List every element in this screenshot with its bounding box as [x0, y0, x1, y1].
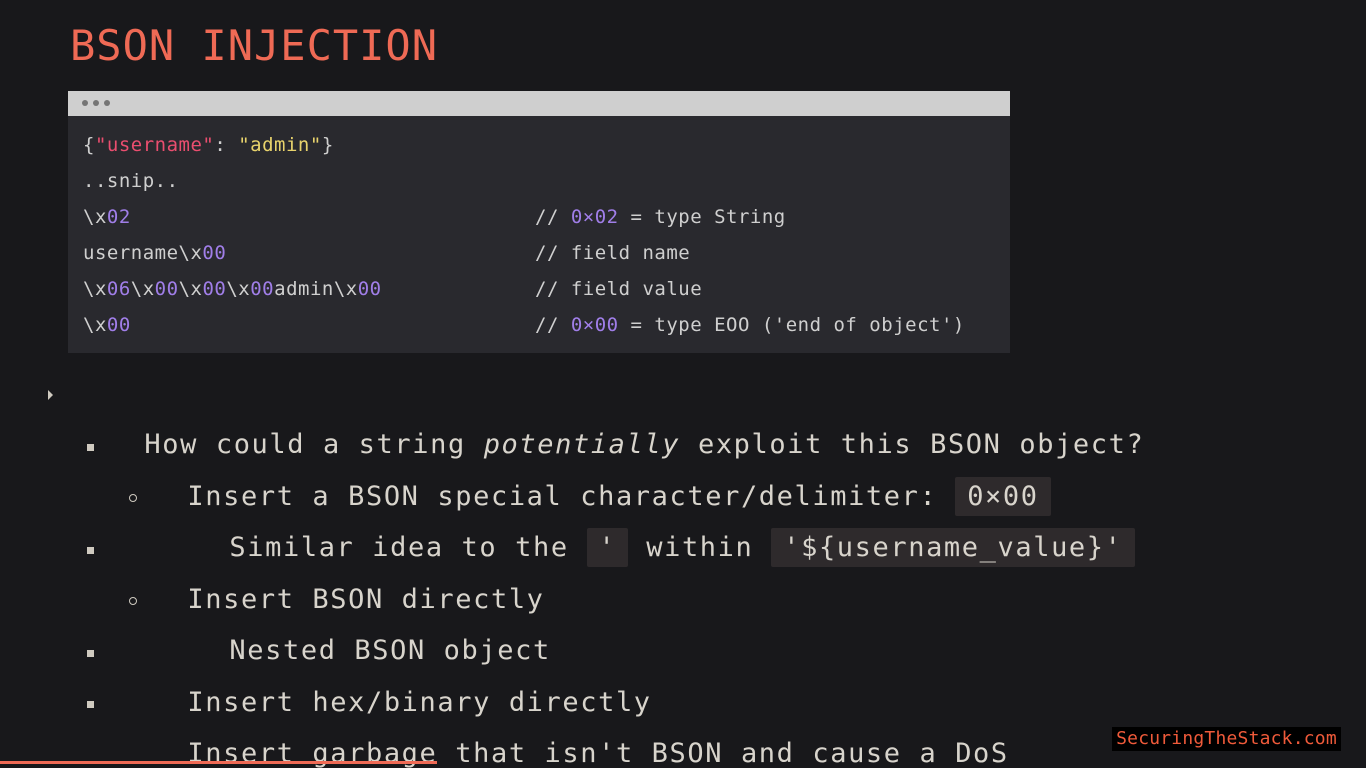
code-token: } [321, 134, 334, 156]
circle-bullet-icon [129, 597, 137, 605]
bullet-insert-bson: Insert BSON directly [87, 525, 545, 615]
bullet-similar-mid: within [628, 532, 772, 563]
code-token: "username" [94, 134, 215, 156]
inline-code-quote: ' [586, 528, 629, 567]
bullet-hex: Insert hex/binary directly [87, 628, 652, 718]
code-line: username\x00 // field name [83, 235, 1000, 271]
code-token: \x [130, 278, 155, 300]
bullet-delimiter: Insert a BSON special character/delimite… [87, 422, 1051, 516]
slide-title: BSON INJECTION [70, 21, 439, 70]
bullet-question: How could a string potentially exploit t… [48, 370, 1144, 460]
bullet-similar-idea: Similar idea to the ' within '${username… [129, 473, 1135, 567]
code-token: \x [83, 278, 107, 300]
code-token: \x [178, 278, 203, 300]
square-bullet-icon [87, 650, 94, 657]
comment-token: 0×00 [570, 314, 619, 336]
code-line: \x02 // 0×02 = type String [83, 199, 1000, 235]
window-dots-icon [82, 100, 110, 106]
circle-bullet-icon [129, 494, 137, 502]
comment-token: // field value [535, 278, 703, 300]
code-line: \x06\x00\x00\x00admin\x00// field value [83, 271, 1000, 307]
code-window: {"username": "admin"} ..snip.. \x02// 0×02… [68, 91, 1010, 353]
code-line: {"username": "admin"} [83, 127, 1000, 163]
code-token: 00 [202, 242, 227, 264]
code-token: 00 [154, 278, 179, 300]
code-token: admin\x [274, 278, 358, 300]
code-token: \x [226, 278, 251, 300]
code-comment: // 0×02 = type String [535, 199, 786, 235]
code-token: \x [83, 206, 107, 228]
brand-label: SecuringTheStack.com [1112, 727, 1341, 751]
comment-token: // field name [535, 242, 691, 264]
code-line: ..snip.. [83, 163, 1000, 199]
comment-token: = type EOO ('end of object') [618, 314, 965, 336]
code-body: {"username": "admin"} ..snip.. \x02// 0×02… [83, 127, 1000, 343]
triangle-bullet-icon [48, 390, 53, 400]
code-token: 00 [357, 278, 382, 300]
comment-token: 0×02 [570, 206, 619, 228]
code-comment: // field value [535, 271, 702, 307]
code-token: 06 [106, 278, 131, 300]
code-token: { [83, 134, 95, 156]
square-bullet-icon [87, 444, 94, 451]
code-line: \x00 // 0×00 = type EOO ('end of object') [83, 307, 1000, 343]
code-comment: // field name [535, 235, 690, 271]
code-token: 02 [106, 206, 131, 228]
progress-bar [0, 761, 1366, 764]
code-token: 00 [250, 278, 275, 300]
progress-bar-fill [0, 761, 438, 764]
code-token: "admin" [238, 134, 322, 156]
inline-code-username-value: '${username_value}' [771, 528, 1135, 567]
square-bullet-icon [87, 701, 94, 708]
code-token: \x [83, 314, 107, 336]
code-token: 00 [202, 278, 227, 300]
square-bullet-icon [87, 547, 94, 554]
code-token: 00 [106, 314, 131, 336]
comment-token: // [535, 206, 571, 228]
code-comment: // 0×00 = type EOO ('end of object') [535, 307, 965, 343]
code-window-titlebar [68, 91, 1010, 116]
comment-token: // [535, 314, 571, 336]
bullet-garbage: Insert garbage that isn't BSON and cause… [87, 679, 1009, 768]
code-token: ..snip.. [83, 170, 179, 192]
bullet-nested: Nested BSON object [129, 576, 551, 666]
code-token: : [214, 134, 239, 156]
comment-token: = type String [618, 206, 786, 228]
code-token: username\x [83, 242, 203, 264]
